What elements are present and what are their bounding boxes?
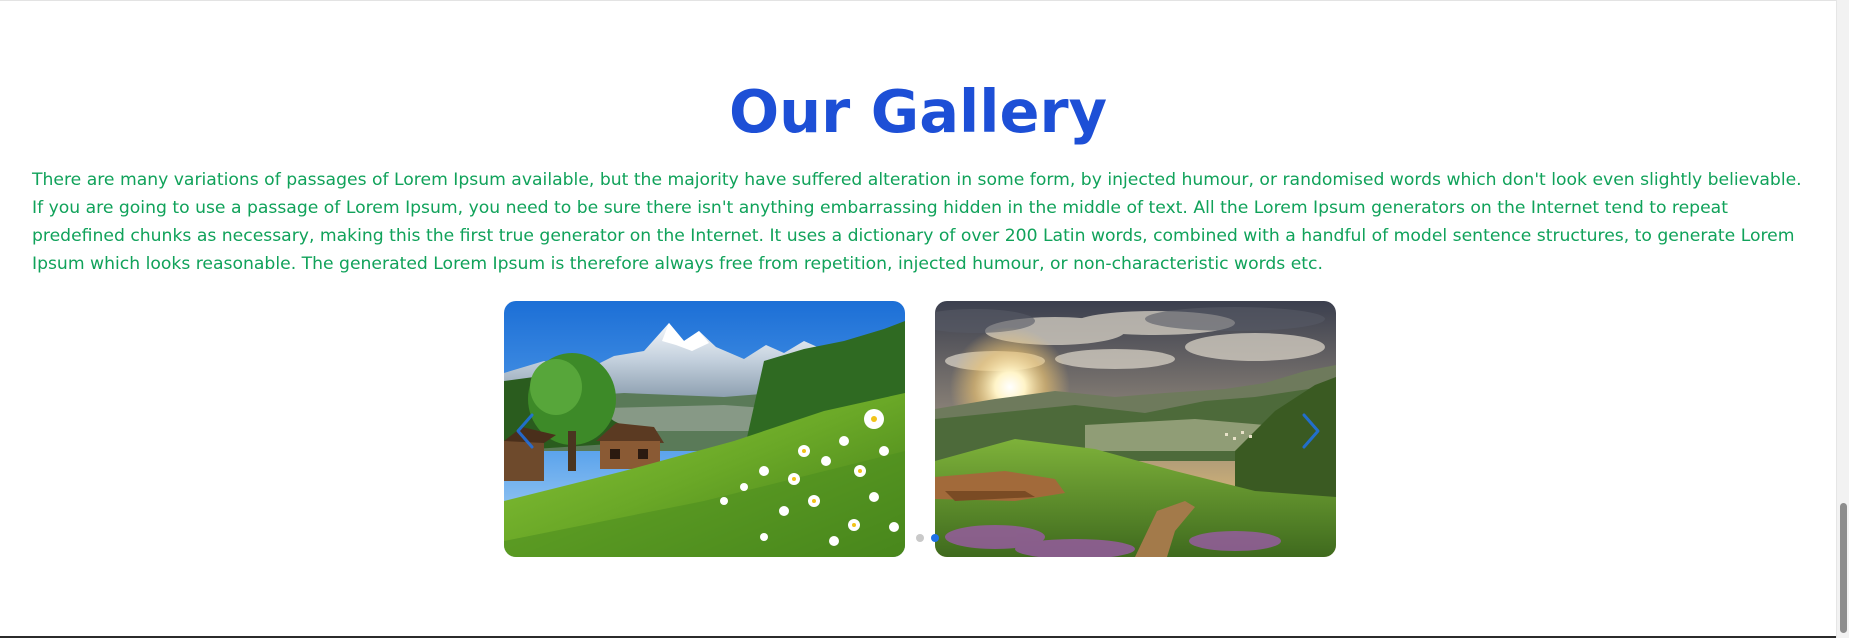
carousel-dot-2-active[interactable] — [931, 534, 939, 542]
image-carousel — [504, 301, 1336, 557]
gallery-title: Our Gallery — [728, 77, 1108, 146]
alpine-meadow-image — [504, 301, 905, 557]
top-divider — [0, 0, 1836, 1]
chevron-right-icon — [1302, 413, 1320, 449]
gallery-description: There are many variations of passages of… — [32, 170, 1802, 274]
carousel-slide-2[interactable] — [935, 301, 1336, 557]
carousel-dot-1[interactable] — [916, 534, 924, 542]
valley-sunset-image — [935, 301, 1336, 557]
chevron-left-icon — [516, 413, 534, 449]
carousel-pagination — [914, 534, 944, 544]
gallery-page: Our Gallery There are many variations of… — [0, 0, 1849, 638]
page-scrollbar[interactable] — [1836, 0, 1849, 638]
carousel-next-button[interactable] — [1296, 409, 1324, 453]
scrollbar-thumb[interactable] — [1840, 503, 1847, 633]
carousel-slide-1[interactable] — [504, 301, 905, 557]
carousel-prev-button[interactable] — [512, 409, 540, 453]
